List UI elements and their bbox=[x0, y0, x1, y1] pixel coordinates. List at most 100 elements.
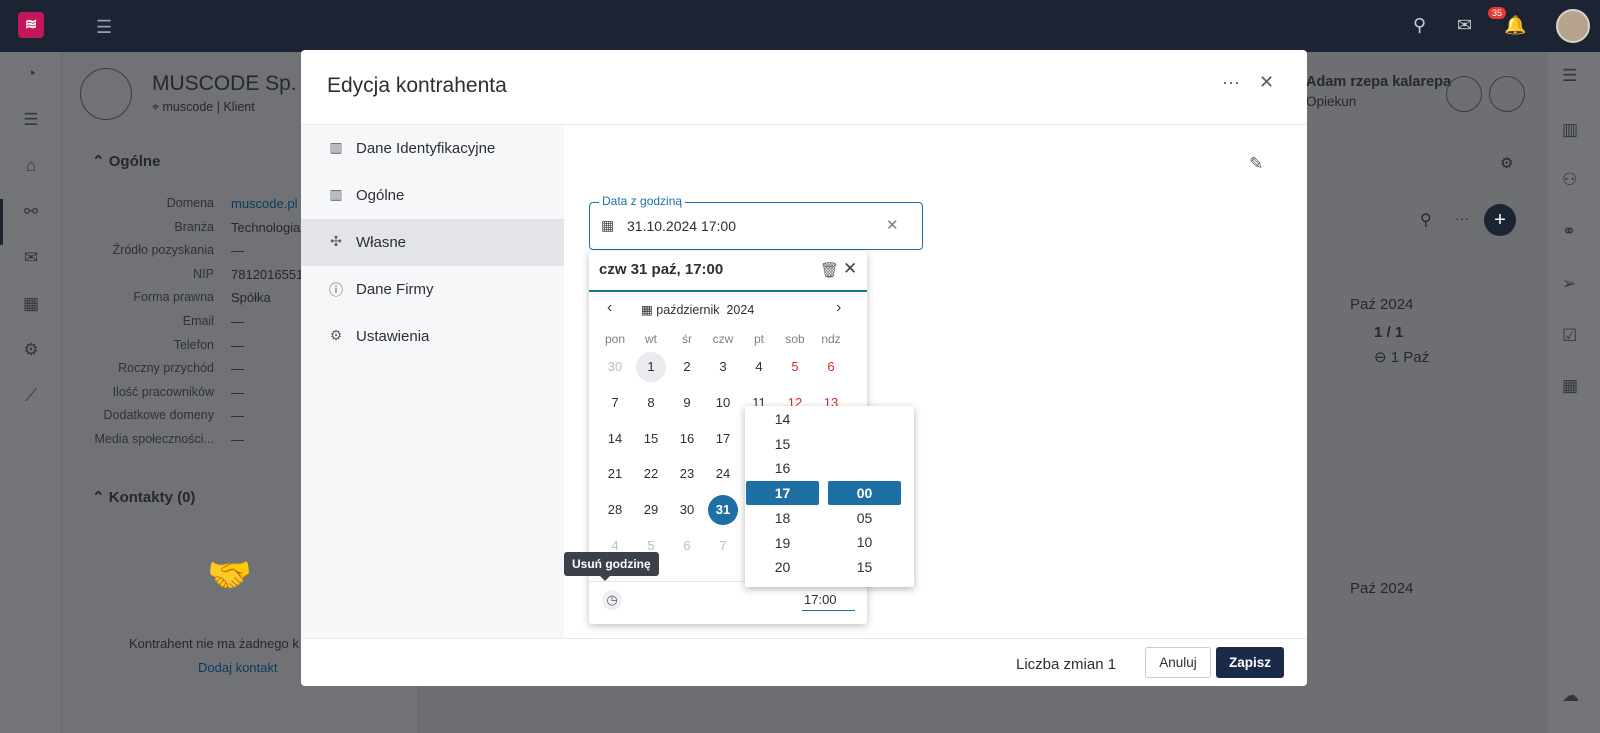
hour-option[interactable]: 19 bbox=[746, 531, 819, 555]
datetime-field-value[interactable]: 31.10.2024 17:00 bbox=[627, 218, 736, 234]
menu-item-wlasne[interactable]: ✣ Własne bbox=[301, 219, 564, 266]
building-icon[interactable]: ▥ bbox=[1562, 120, 1578, 140]
calendar-day[interactable]: 7 bbox=[600, 388, 630, 418]
chevron-right-icon[interactable]: › bbox=[836, 299, 841, 317]
calendar-day[interactable]: 29 bbox=[636, 495, 666, 525]
send-icon[interactable]: ➢ bbox=[1562, 274, 1576, 294]
edit-contractor-modal: Edycja kontrahenta ··· ✕ ▥ Dane Identyfi… bbox=[301, 50, 1307, 686]
hour-option[interactable]: 15 bbox=[746, 432, 819, 456]
calendar-day[interactable]: 23 bbox=[672, 459, 702, 489]
calendar-day[interactable]: 7 bbox=[708, 531, 738, 561]
add-contact-link[interactable]: Dodaj kontakt bbox=[198, 660, 278, 675]
calendar-day[interactable]: 8 bbox=[636, 388, 666, 418]
settings-icon[interactable]: ⚙ bbox=[1500, 154, 1513, 172]
more-options-icon[interactable]: ··· bbox=[1222, 72, 1240, 93]
contractors-icon[interactable]: ⌂ bbox=[21, 156, 41, 176]
datetime-field[interactable]: Data z godziną ▦ 31.10.2024 17:00 ✕ bbox=[589, 194, 923, 250]
calendar-day[interactable]: 21 bbox=[600, 459, 630, 489]
date-picker-header: czw 31 paź, 17:00 bbox=[599, 261, 724, 278]
section-contacts-header[interactable]: ⌃ Kontakty (0) bbox=[92, 488, 195, 506]
calendar-day[interactable]: 2 bbox=[672, 352, 702, 382]
month-year-selector[interactable]: ▦ październik 2024 bbox=[641, 302, 754, 317]
calendar-day[interactable]: 10 bbox=[708, 388, 738, 418]
people-icon[interactable]: ⚇ bbox=[1562, 170, 1577, 190]
tasks-icon[interactable]: ☰ bbox=[21, 110, 41, 130]
minute-option[interactable]: 10 bbox=[828, 530, 901, 554]
mail-icon[interactable]: ✉ bbox=[1457, 15, 1472, 36]
add-icon[interactable]: + bbox=[1484, 204, 1516, 236]
calendar-day[interactable]: 24 bbox=[708, 459, 738, 489]
clear-icon[interactable]: ✕ bbox=[886, 216, 899, 234]
time-input[interactable] bbox=[802, 589, 855, 611]
timeline-count: 1 / 1 bbox=[1374, 324, 1404, 341]
year-label: 2024 bbox=[726, 303, 755, 317]
calendar-day[interactable]: 1 bbox=[636, 352, 666, 382]
calendar-day[interactable]: 3 bbox=[708, 352, 738, 382]
calendar-day[interactable]: 31 bbox=[708, 495, 738, 526]
chevron-left-icon[interactable]: ‹ bbox=[607, 299, 612, 317]
calendar-day[interactable]: 6 bbox=[816, 352, 846, 382]
menu-item-dane-firmy[interactable]: ⓘ Dane Firmy bbox=[301, 266, 564, 313]
hour-option[interactable]: 16 bbox=[746, 456, 819, 480]
calendar-day[interactable]: 30 bbox=[672, 495, 702, 525]
calendar-day[interactable]: 14 bbox=[600, 424, 630, 454]
search-icon[interactable]: ⚲ bbox=[1420, 210, 1432, 230]
chat-icon[interactable]: ☁ bbox=[1562, 686, 1579, 706]
hour-option[interactable]: 18 bbox=[746, 506, 819, 530]
calendar-day[interactable]: 17 bbox=[708, 424, 738, 454]
menu-item-dane-identyfikacyjne[interactable]: ▥ Dane Identyfikacyjne bbox=[301, 125, 564, 172]
more-icon[interactable]: ··· bbox=[1455, 210, 1469, 226]
bell-icon[interactable]: 🔔 bbox=[1504, 15, 1526, 36]
search-icon[interactable]: ⚲ bbox=[1413, 15, 1426, 36]
calendar-day[interactable]: 30 bbox=[600, 352, 630, 382]
unlock-button[interactable] bbox=[1489, 76, 1525, 112]
company-tag: ⌖ muscode | Klient bbox=[152, 100, 255, 114]
structure-icon[interactable]: ⚯ bbox=[21, 202, 41, 222]
calendar-day[interactable]: 5 bbox=[780, 352, 810, 382]
section-general-header[interactable]: ⌃ Ogólne bbox=[92, 152, 160, 170]
trash-icon[interactable]: 🗑 bbox=[820, 261, 839, 279]
hour-option[interactable]: 17 bbox=[746, 481, 819, 506]
minute-option[interactable]: 15 bbox=[828, 555, 901, 579]
calendar-day[interactable]: 6 bbox=[672, 531, 702, 561]
menu-item-ustawienia[interactable]: ⚙ Ustawienia bbox=[301, 313, 564, 360]
minute-option[interactable]: 05 bbox=[828, 506, 901, 530]
calendar-day[interactable]: 22 bbox=[636, 459, 666, 489]
user-avatar[interactable] bbox=[1556, 9, 1590, 43]
checklist-icon[interactable]: ☑ bbox=[1562, 326, 1577, 346]
handshake-icon: 🤝 bbox=[207, 554, 252, 595]
edit-pencil-icon[interactable]: ✎ bbox=[1249, 154, 1263, 174]
app-logo-icon[interactable]: ≋ bbox=[18, 12, 44, 38]
calendar-day[interactable]: 28 bbox=[600, 495, 630, 525]
hour-option[interactable]: 20 bbox=[746, 555, 819, 579]
minute-option[interactable]: 00 bbox=[828, 481, 901, 505]
mail-icon[interactable]: ✉ bbox=[21, 248, 41, 268]
more-button[interactable] bbox=[1446, 76, 1482, 112]
nav-active-indicator bbox=[0, 199, 3, 245]
calendar-day[interactable]: 15 bbox=[636, 424, 666, 454]
save-button[interactable]: Zapisz bbox=[1216, 647, 1284, 678]
settings-icon[interactable]: ⚙ bbox=[21, 340, 41, 360]
weekday-label: śr bbox=[682, 332, 692, 346]
reports-icon[interactable]: ⟋ bbox=[21, 386, 41, 406]
calendar-day[interactable]: 9 bbox=[672, 388, 702, 418]
calendar-icon[interactable]: ▦ bbox=[21, 294, 41, 314]
dashboard-icon[interactable]: ◔ bbox=[21, 64, 41, 84]
hour-option[interactable]: 14 bbox=[746, 407, 819, 431]
company-name: MUSCODE Sp. z bbox=[152, 72, 314, 95]
calendar-icon[interactable]: ▦ bbox=[1562, 376, 1578, 396]
minus-circle-icon: ⊖ bbox=[1374, 349, 1387, 366]
close-icon[interactable]: ✕ bbox=[1259, 72, 1274, 93]
handshake-icon[interactable]: ⚭ bbox=[1562, 222, 1576, 242]
field-value[interactable]: muscode.pl bbox=[231, 196, 297, 211]
cancel-button[interactable]: Anuluj bbox=[1145, 647, 1211, 678]
field-label: NIP bbox=[193, 266, 214, 281]
menu-item-ogolne[interactable]: ▥ Ogólne bbox=[301, 172, 564, 219]
calendar-day[interactable]: 4 bbox=[744, 352, 774, 382]
calendar-day[interactable]: 16 bbox=[672, 424, 702, 454]
clock-icon[interactable]: ◷ bbox=[602, 590, 622, 610]
menu-icon[interactable]: ☰ bbox=[96, 17, 112, 38]
tasks-icon[interactable]: ☰ bbox=[1562, 66, 1577, 86]
close-icon[interactable]: ✕ bbox=[843, 259, 857, 279]
contacts-empty-text: Kontrahent nie ma żadnego k bbox=[129, 636, 299, 651]
